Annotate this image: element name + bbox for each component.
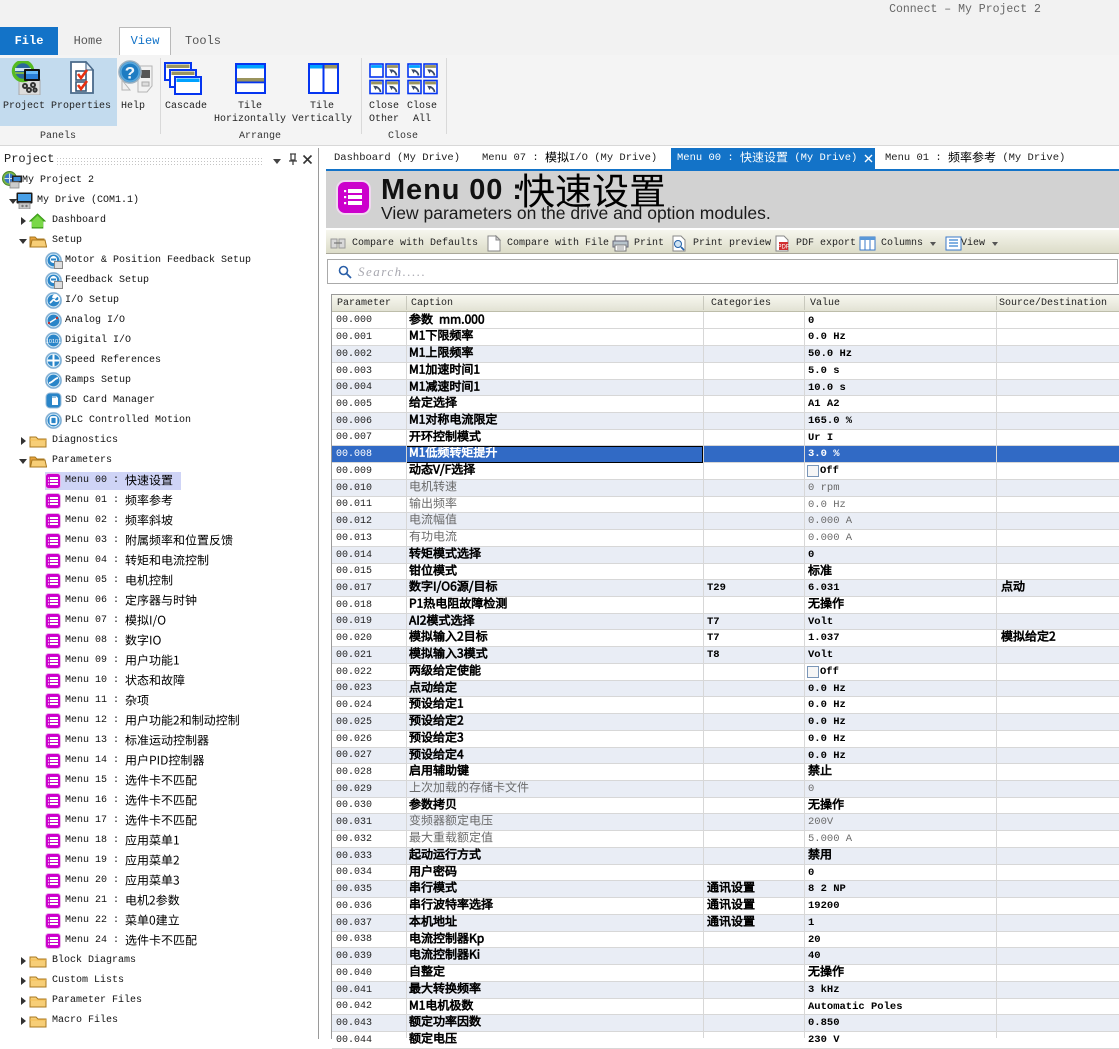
svg-text:PDF: PDF [778, 245, 790, 251]
svg-text:10101: 10101 [46, 339, 61, 345]
svg-text:?: ? [125, 64, 135, 83]
